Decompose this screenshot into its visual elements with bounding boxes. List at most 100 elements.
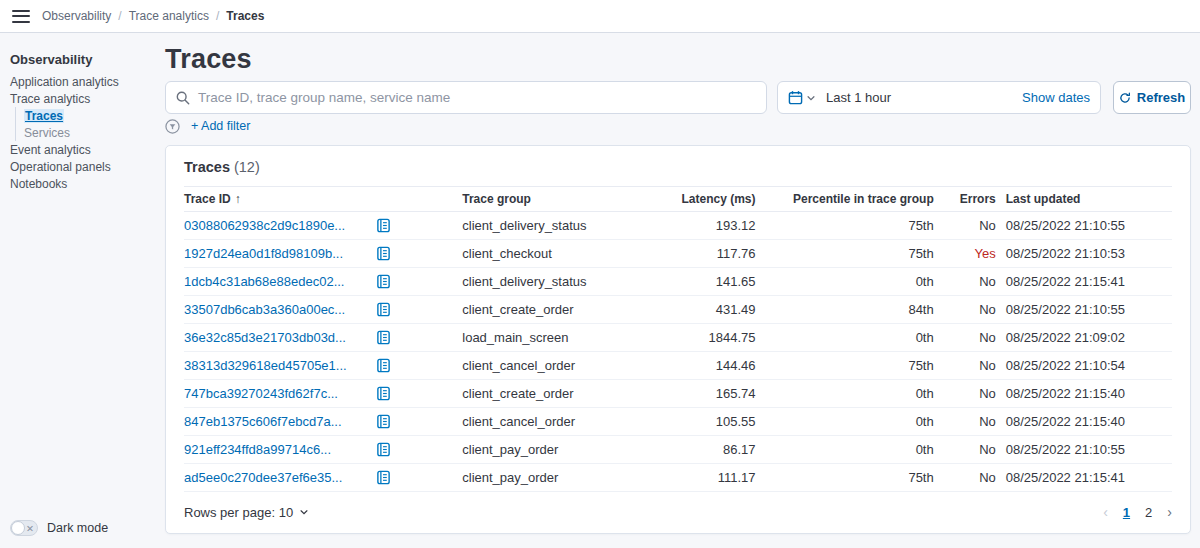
last-updated-cell: 08/25/2022 21:10:55 bbox=[996, 296, 1172, 324]
trace-id-link[interactable]: 38313d329618ed45705e1... bbox=[184, 352, 362, 380]
rows-per-page-selector[interactable]: Rows per page: 10 bbox=[184, 505, 309, 520]
latency-cell: 105.55 bbox=[635, 408, 755, 436]
last-updated-cell: 08/25/2022 21:15:41 bbox=[996, 464, 1172, 492]
errors-cell: No bbox=[934, 268, 996, 296]
previous-page-button[interactable]: ‹ bbox=[1103, 504, 1108, 520]
last-updated-cell: 08/25/2022 21:15:40 bbox=[996, 408, 1172, 436]
latency-cell: 117.76 bbox=[635, 240, 755, 268]
column-header-errors[interactable]: Errors bbox=[934, 187, 996, 212]
errors-cell: No bbox=[934, 464, 996, 492]
sidebar-item-label: Event analytics bbox=[10, 143, 91, 157]
table-row: 33507db6cab3a360a00ec... client_create_or… bbox=[184, 296, 1172, 324]
trace-group-cell: client_cancel_order bbox=[462, 352, 635, 380]
trace-id-link[interactable]: 03088062938c2d9c1890e... bbox=[184, 212, 362, 240]
trace-flyout-icon[interactable] bbox=[376, 302, 391, 317]
filter-settings-icon[interactable] bbox=[165, 119, 180, 134]
column-header-last-updated[interactable]: Last updated bbox=[996, 187, 1172, 212]
trace-id-link[interactable]: 921eff234ffd8a99714c6... bbox=[184, 436, 362, 464]
refresh-button[interactable]: Refresh bbox=[1113, 81, 1191, 114]
top-navigation-bar: Observability/Trace analytics/Traces bbox=[0, 0, 1200, 33]
percentile-cell: 75th bbox=[756, 212, 934, 240]
breadcrumb-item[interactable]: Trace analytics bbox=[129, 9, 209, 23]
trace-group-cell: client_pay_order bbox=[462, 464, 635, 492]
latency-cell: 431.49 bbox=[635, 296, 755, 324]
latency-cell: 193.12 bbox=[635, 212, 755, 240]
trace-flyout-icon[interactable] bbox=[376, 274, 391, 289]
last-updated-cell: 08/25/2022 21:10:54 bbox=[996, 352, 1172, 380]
percentile-cell: 0th bbox=[756, 380, 934, 408]
refresh-icon bbox=[1119, 92, 1131, 104]
page-title: Traces bbox=[165, 44, 1191, 74]
trace-id-link[interactable]: 36e32c85d3e21703db03d... bbox=[184, 324, 362, 352]
table-row: 847eb1375c606f7ebcd7a...client_cancel_or… bbox=[184, 408, 1172, 436]
trace-icon-cell bbox=[362, 380, 462, 408]
trace-icon-cell bbox=[362, 436, 462, 464]
table-row: 747bca39270243fd62f7c... client_create_or… bbox=[184, 380, 1172, 408]
table-row: 1dcb4c31ab68e88edec02...client_delivery_… bbox=[184, 268, 1172, 296]
percentile-cell: 75th bbox=[756, 464, 934, 492]
trace-id-link[interactable]: 1927d24ea0d1f8d98109b... bbox=[184, 240, 362, 268]
date-picker[interactable]: Last 1 hour Show dates bbox=[777, 81, 1101, 114]
percentile-cell: 75th bbox=[756, 240, 934, 268]
trace-id-link[interactable]: 1dcb4c31ab68e88edec02... bbox=[184, 268, 362, 296]
trace-flyout-icon[interactable] bbox=[376, 386, 391, 401]
column-header-latency-ms-[interactable]: Latency (ms) bbox=[635, 187, 755, 212]
sidebar-title: Observability bbox=[10, 52, 152, 67]
column-header-trace-group[interactable]: Trace group bbox=[462, 187, 635, 212]
sidebar-item-services[interactable]: Services bbox=[24, 124, 152, 141]
trace-icon-cell bbox=[362, 240, 462, 268]
page-number-1[interactable]: 1 bbox=[1123, 505, 1130, 520]
table-row: 921eff234ffd8a99714c6... client_pay_order… bbox=[184, 436, 1172, 464]
trace-flyout-icon[interactable] bbox=[376, 414, 391, 429]
sidebar-item-event-analytics[interactable]: Event analytics bbox=[10, 141, 152, 158]
page-number-2[interactable]: 2 bbox=[1145, 505, 1152, 520]
sidebar-item-notebooks[interactable]: Notebooks bbox=[10, 175, 152, 192]
table-row: ad5ee0c270dee37ef6e35... client_pay_order… bbox=[184, 464, 1172, 492]
trace-id-link[interactable]: 747bca39270243fd62f7c... bbox=[184, 380, 362, 408]
trace-flyout-icon[interactable] bbox=[376, 442, 391, 457]
dark-mode-label: Dark mode bbox=[47, 521, 108, 535]
table-row: 1927d24ea0d1f8d98109b...client_checkout1… bbox=[184, 240, 1172, 268]
trace-group-cell: client_create_order bbox=[462, 380, 635, 408]
trace-flyout-icon[interactable] bbox=[376, 470, 391, 485]
trace-flyout-icon[interactable] bbox=[376, 330, 391, 345]
errors-cell: No bbox=[934, 352, 996, 380]
trace-group-cell: client_delivery_status bbox=[462, 212, 635, 240]
trace-id-link[interactable]: 847eb1375c606f7ebcd7a... bbox=[184, 408, 362, 436]
column-header-trace-id[interactable]: Trace ID↑ bbox=[184, 187, 362, 212]
chevron-down-icon bbox=[299, 507, 309, 517]
trace-id-link[interactable]: ad5ee0c270dee37ef6e35... bbox=[184, 464, 362, 492]
breadcrumb-item[interactable]: Observability bbox=[42, 9, 111, 23]
sidebar-item-operational-panels[interactable]: Operational panels bbox=[10, 158, 152, 175]
next-page-button[interactable]: › bbox=[1167, 504, 1172, 520]
add-filter-button[interactable]: + Add filter bbox=[191, 119, 250, 133]
trace-group-cell: client_create_order bbox=[462, 296, 635, 324]
sort-ascending-icon: ↑ bbox=[235, 192, 241, 206]
sidebar-item-application-analytics[interactable]: Application analytics bbox=[10, 73, 152, 90]
column-header-percentile-in-trace-group[interactable]: Percentile in trace group bbox=[756, 187, 934, 212]
toggle-off-x-icon: ✕ bbox=[26, 523, 34, 535]
sidebar-item-traces[interactable]: Traces bbox=[24, 107, 152, 124]
trace-flyout-icon[interactable] bbox=[376, 358, 391, 373]
sidebar-item-label: Operational panels bbox=[10, 160, 111, 174]
trace-flyout-icon[interactable] bbox=[376, 218, 391, 233]
sidebar-item-label: Traces bbox=[24, 109, 64, 123]
dark-mode-toggle[interactable]: ✕ bbox=[10, 520, 38, 536]
trace-id-link[interactable]: 33507db6cab3a360a00ec... bbox=[184, 296, 362, 324]
trace-group-cell: client_pay_order bbox=[462, 436, 635, 464]
percentile-cell: 0th bbox=[756, 268, 934, 296]
percentile-cell: 84th bbox=[756, 296, 934, 324]
traces-table: Trace ID↑ Trace groupLatency (ms)Percenti… bbox=[184, 186, 1172, 492]
breadcrumb-item: Traces bbox=[226, 9, 264, 23]
trace-flyout-icon[interactable] bbox=[376, 246, 391, 261]
calendar-icon[interactable] bbox=[788, 90, 803, 105]
search-placeholder: Trace ID, trace group name, service name bbox=[198, 90, 450, 105]
menu-icon[interactable] bbox=[12, 10, 30, 23]
show-dates-link[interactable]: Show dates bbox=[1022, 90, 1090, 105]
errors-cell: No bbox=[934, 408, 996, 436]
panel-count: (12) bbox=[234, 159, 260, 175]
traces-panel: Traces(12) Trace ID↑Trace groupLatency (… bbox=[165, 145, 1191, 534]
search-input[interactable]: Trace ID, trace group name, service name bbox=[165, 81, 767, 114]
sidebar-item-trace-analytics[interactable]: Trace analytics bbox=[10, 90, 152, 107]
percentile-cell: 0th bbox=[756, 408, 934, 436]
